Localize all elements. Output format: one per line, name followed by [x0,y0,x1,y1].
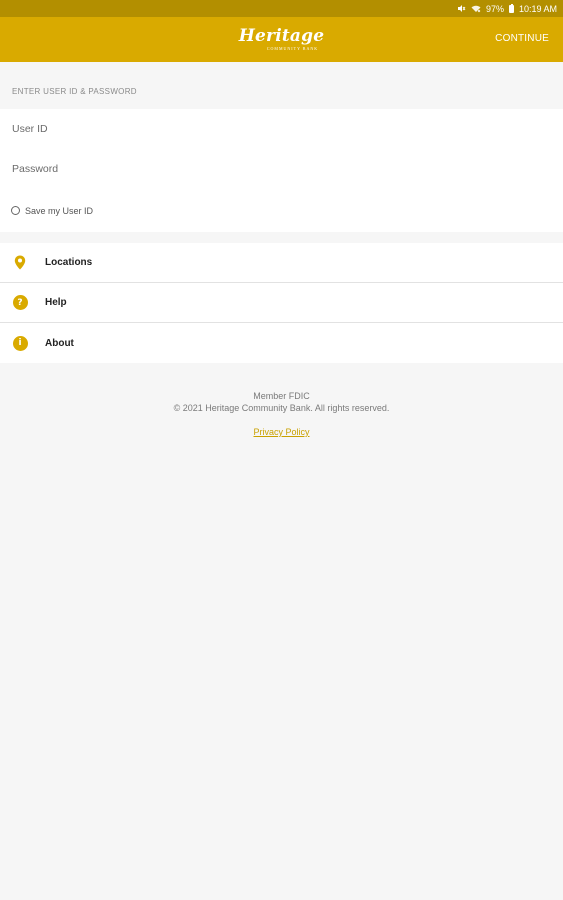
menu-item-label: Help [45,297,67,308]
password-row [0,149,563,189]
login-section-title: ENTER USER ID & PASSWORD [12,87,137,96]
info-icon: i [12,335,28,351]
user-id-row [0,109,563,149]
save-user-id-label: Save my User ID [25,205,94,216]
save-user-id-radio[interactable] [11,206,20,215]
login-form: Save my User ID [0,109,563,232]
clock: 10:19 AM [518,3,557,14]
continue-button[interactable]: CONTINUE [495,33,549,44]
map-pin-icon [12,255,28,271]
copyright-text: © 2021 Heritage Community Bank. All righ… [173,403,390,413]
battery-level: 97% [485,3,504,14]
battery-icon [508,3,514,13]
password-input[interactable] [12,163,508,175]
menu-item-help[interactable]: ? Help [0,283,563,323]
menu-item-label: About [45,337,74,349]
menu-item-about[interactable]: i About [0,323,563,363]
logo-subtext: COMMUNITY BANK [266,46,319,51]
question-icon: ? [12,295,28,311]
menu-item-locations[interactable]: Locations [0,243,563,283]
wifi-icon [471,5,481,13]
status-bar: 97% 10:19 AM [0,0,563,17]
privacy-policy-link[interactable]: Privacy Policy [253,426,309,438]
heritage-logo: Heritage COMMUNITY BANK [238,26,325,52]
save-user-id-option[interactable]: Save my User ID [0,189,563,232]
user-id-input[interactable] [12,123,508,135]
logo-text: Heritage [238,26,325,46]
mute-icon [457,4,466,13]
member-fdic-text: Member FDIC [253,391,310,401]
menu-item-label: Locations [45,257,93,268]
app-bar: Heritage COMMUNITY BANK CONTINUE [0,17,563,62]
footer: Member FDIC © 2021 Heritage Community Ba… [0,363,563,438]
menu-list: Locations ? Help i About [0,243,563,363]
